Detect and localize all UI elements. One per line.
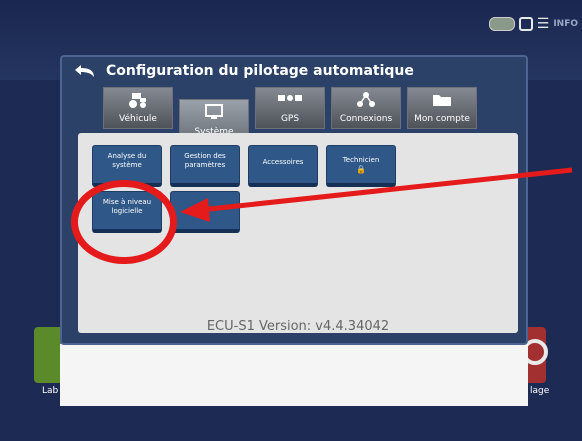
background-tile-right-label: lage (530, 386, 550, 396)
tab-label: Véhicule (119, 114, 157, 124)
tab-mon-compte[interactable]: Mon compte (407, 87, 477, 129)
tab-connexions[interactable]: Connexions (331, 87, 401, 129)
tractor-icon (104, 91, 172, 113)
button-label: Technicien (342, 156, 380, 164)
annotation-circle (71, 180, 177, 264)
accessoires-button[interactable]: Accessoires (248, 145, 318, 187)
gestion-parametres-button[interactable]: Gestion des paramètres (170, 145, 240, 187)
tab-vehicule[interactable]: Véhicule (103, 87, 173, 129)
lock-icon: 🔒 (356, 165, 366, 174)
tab-gps[interactable]: GPS (255, 87, 325, 129)
button-label: Gestion des paramètres (184, 152, 226, 169)
bottom-area (60, 344, 528, 406)
dialog-title: Configuration du pilotage automatique (106, 63, 414, 79)
tab-label: GPS (280, 114, 300, 124)
monitor-icon (180, 103, 248, 125)
connections-icon (332, 91, 400, 113)
gps-receiver-icon (256, 91, 324, 113)
back-icon[interactable] (74, 64, 96, 80)
lines-icon: ☰ (536, 16, 550, 32)
button-label: Accessoires (262, 158, 304, 166)
button-label: ... (201, 204, 209, 212)
status-icons: ☰ INFO (488, 14, 578, 34)
window-icon (518, 17, 533, 31)
version-text: ECU-S1 Version: v4.4.34042 (206, 319, 390, 334)
satellite-icon (488, 17, 515, 31)
button-label: Analyse du système (107, 152, 147, 169)
folder-icon (408, 91, 476, 113)
status-text: INFO (553, 19, 578, 29)
partial-button[interactable]: ... (170, 191, 240, 233)
technicien-button[interactable]: Technicien 🔒 (326, 145, 396, 187)
tab-label: Connexions (339, 114, 393, 124)
background-tile-left-label: Lab (42, 386, 59, 396)
tab-label: Mon compte (414, 114, 470, 124)
